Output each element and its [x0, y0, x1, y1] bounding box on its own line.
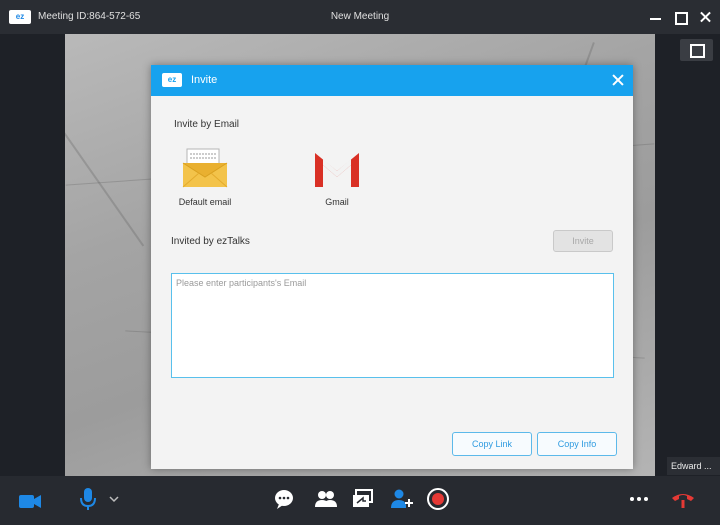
invite-dialog: ez Invite Invite by Email Default email …: [151, 65, 633, 469]
default-email-option[interactable]: Default email: [173, 147, 237, 207]
copy-info-button[interactable]: Copy Info: [537, 432, 617, 456]
copy-link-button[interactable]: Copy Link: [452, 432, 532, 456]
hang-up-icon[interactable]: [670, 486, 696, 512]
microphone-icon[interactable]: [75, 486, 101, 512]
meeting-id: Meeting ID:864-572-65: [38, 11, 141, 22]
dialog-logo: ez: [162, 73, 182, 87]
video-camera-icon[interactable]: [17, 489, 43, 515]
chevron-down-icon[interactable]: [108, 494, 120, 504]
app-logo: ez: [9, 10, 31, 24]
gmail-icon: [315, 153, 359, 187]
minimize-icon[interactable]: [647, 8, 665, 26]
share-screen-icon[interactable]: [350, 486, 376, 512]
dialog-header: ez Invite: [151, 65, 633, 96]
envelope-icon: [182, 148, 228, 188]
gmail-label: Gmail: [325, 197, 349, 207]
invite-icon[interactable]: [388, 486, 414, 512]
title-bar: ez Meeting ID:864-572-65 New Meeting: [0, 0, 720, 34]
record-icon[interactable]: [425, 486, 451, 512]
meeting-toolbar: [0, 476, 720, 525]
invite-button[interactable]: Invite: [553, 230, 613, 252]
participants-icon[interactable]: [313, 486, 339, 512]
close-icon[interactable]: [611, 73, 625, 87]
more-icon[interactable]: [626, 486, 652, 512]
invite-by-email-label: Invite by Email: [174, 119, 240, 130]
close-window-icon[interactable]: [697, 8, 715, 26]
chat-icon[interactable]: [271, 486, 297, 512]
dialog-title: Invite: [191, 74, 218, 86]
invited-by-eztalks-label: Invited by ezTalks: [171, 236, 250, 247]
participant-email-input[interactable]: [171, 273, 614, 378]
fullscreen-icon[interactable]: [680, 39, 713, 61]
default-email-label: Default email: [178, 197, 232, 207]
gmail-option[interactable]: Gmail: [307, 147, 367, 207]
maximize-icon[interactable]: [672, 8, 690, 26]
participant-name-tag: Edward ...: [667, 457, 720, 475]
